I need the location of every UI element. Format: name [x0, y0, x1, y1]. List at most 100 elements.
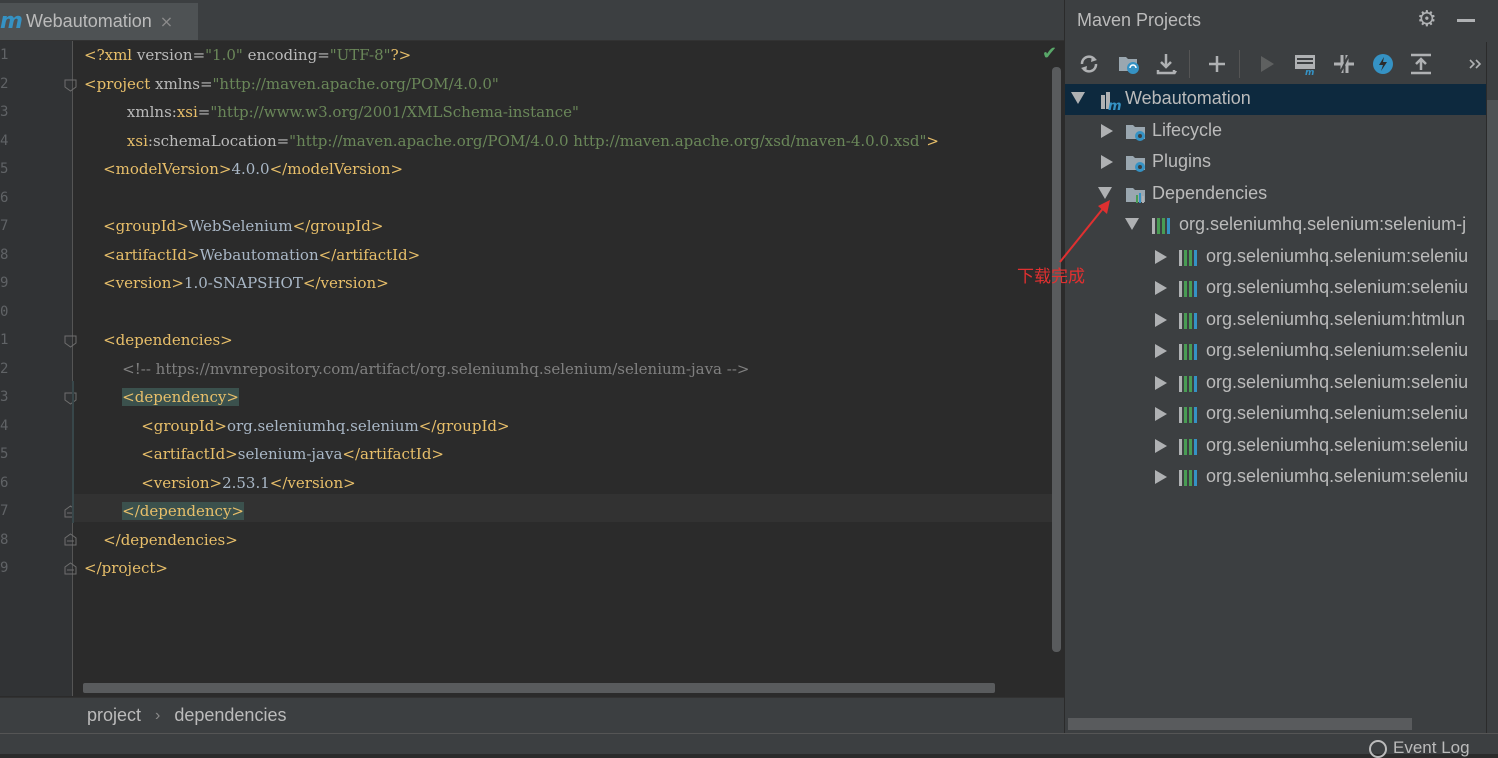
tab-label: Webautomation — [26, 11, 152, 31]
svg-text:m: m — [1108, 99, 1121, 111]
tree-item-dependency[interactable]: org.seleniumhq.selenium:selenium-j — [1065, 210, 1489, 241]
minimize-icon[interactable] — [1457, 19, 1475, 22]
run-icon[interactable] — [1253, 50, 1281, 78]
vertical-scrollbar[interactable] — [1052, 67, 1061, 652]
expand-arrow-icon[interactable] — [1155, 250, 1167, 264]
tree-item-dependency[interactable]: org.seleniumhq.selenium:seleniu — [1065, 399, 1489, 430]
expand-arrow-icon[interactable] — [1155, 470, 1167, 484]
gear-icon[interactable]: ⚙ — [1417, 7, 1437, 32]
expand-arrow-icon[interactable] — [1155, 313, 1167, 327]
expand-arrow-icon[interactable] — [1101, 155, 1113, 169]
refresh-icon[interactable] — [1075, 50, 1103, 78]
skip-tests-icon[interactable] — [1369, 50, 1397, 78]
line-number: 7 — [0, 503, 9, 519]
line-number: 8 — [0, 247, 9, 263]
code-line: </project> — [84, 559, 168, 577]
lifecycle-folder-icon — [1125, 121, 1147, 143]
expand-arrow-icon[interactable] — [1155, 344, 1167, 358]
maven-goal-icon[interactable]: m — [1291, 50, 1319, 78]
expand-arrow-icon[interactable] — [1071, 92, 1085, 104]
dependencies-folder-icon — [1125, 184, 1147, 206]
expand-arrow-icon[interactable] — [1155, 281, 1167, 295]
tree-vertical-scrollbar[interactable] — [1487, 100, 1498, 320]
code-editor[interactable]: 1 2 3 4 5 6 7 8 9 0 1 2 3 4 5 6 7 8 9 <?… — [0, 41, 1064, 696]
line-number: 5 — [0, 446, 9, 462]
generate-sources-icon[interactable] — [1115, 50, 1143, 78]
expand-arrow-icon[interactable] — [1155, 439, 1167, 453]
tree-item-dependency[interactable]: org.seleniumhq.selenium:seleniu — [1065, 368, 1489, 399]
annotation-arrow — [1059, 200, 1110, 263]
tree-item-dependency[interactable]: org.seleniumhq.selenium:seleniu — [1065, 431, 1489, 462]
line-number: 6 — [0, 475, 9, 491]
expand-arrow-icon[interactable] — [1155, 376, 1167, 390]
download-icon[interactable] — [1153, 50, 1181, 78]
code-line: <?xml version="1.0" encoding="UTF-8"?> — [84, 46, 412, 64]
tree-item-dependency[interactable]: org.seleniumhq.selenium:seleniu — [1065, 242, 1489, 273]
code-line: <groupId>WebSelenium</groupId> — [103, 217, 384, 235]
maven-project-icon: m — [1099, 89, 1122, 114]
fold-icon[interactable] — [64, 79, 77, 92]
line-number: 5 — [0, 161, 9, 177]
tree-item-lifecycle[interactable]: Lifecycle — [1065, 116, 1489, 147]
expand-arrow-icon[interactable] — [1125, 218, 1139, 230]
line-number: 0 — [0, 304, 9, 320]
maven-tree[interactable]: m Webautomation Lifecycle Plugins Depend… — [1065, 84, 1489, 714]
tree-item-dependencies[interactable]: Dependencies — [1065, 179, 1489, 210]
line-number: 7 — [0, 218, 9, 234]
library-icon — [1178, 467, 1200, 489]
close-icon[interactable]: × — [160, 12, 173, 31]
line-number: 2 — [0, 76, 9, 92]
event-log-button[interactable]: Event Log — [1369, 738, 1470, 758]
tree-label: Webautomation — [1125, 88, 1251, 108]
line-number: 3 — [0, 104, 9, 120]
tree-label: org.seleniumhq.selenium:seleniu — [1206, 340, 1469, 360]
line-number: 2 — [0, 361, 9, 377]
tree-item-dependency[interactable]: org.seleniumhq.selenium:seleniu — [1065, 462, 1489, 493]
tree-label: org.seleniumhq.selenium:seleniu — [1206, 246, 1469, 266]
fold-end-icon[interactable] — [64, 533, 77, 546]
collapse-all-icon[interactable] — [1407, 50, 1435, 78]
fold-icon[interactable] — [64, 392, 77, 405]
tab-webautomation[interactable]: m Webautomation × — [0, 3, 198, 40]
library-icon — [1151, 215, 1173, 237]
line-number: 9 — [0, 560, 9, 576]
horizontal-scrollbar[interactable] — [83, 683, 995, 693]
code-line: <modelVersion>4.0.0</modelVersion> — [103, 160, 404, 178]
maven-projects-panel: Maven Projects ⚙ m m Webautomation Lifec… — [1064, 0, 1498, 733]
toolbar-separator — [1189, 50, 1190, 78]
status-bar: Event Log — [0, 733, 1498, 758]
tree-label: org.seleniumhq.selenium:seleniu — [1206, 435, 1469, 455]
line-number: 9 — [0, 275, 9, 291]
expand-arrow-icon[interactable] — [1155, 407, 1167, 421]
tree-item-dependency[interactable]: org.seleniumhq.selenium:htmlun — [1065, 305, 1489, 336]
more-icon[interactable] — [1461, 50, 1489, 78]
code-line: xsi:schemaLocation="http://maven.apache.… — [126, 132, 939, 150]
tree-label: Dependencies — [1152, 183, 1268, 203]
fold-icon[interactable] — [64, 335, 77, 348]
expand-arrow-icon[interactable] — [1101, 124, 1113, 138]
line-number: 1 — [0, 47, 9, 63]
tree-item-plugins[interactable]: Plugins — [1065, 147, 1489, 178]
fold-end-icon[interactable] — [64, 562, 77, 575]
event-log-label: Event Log — [1393, 738, 1470, 757]
library-icon — [1178, 341, 1200, 363]
line-number: 4 — [0, 418, 9, 434]
tree-item-dependency[interactable]: org.seleniumhq.selenium:seleniu — [1065, 336, 1489, 367]
tree-item-dependency[interactable]: org.seleniumhq.selenium:seleniu — [1065, 273, 1489, 304]
code-content[interactable]: <?xml version="1.0" encoding="UTF-8"?> <… — [84, 41, 1052, 696]
breadcrumb-item-project[interactable]: project — [87, 705, 141, 726]
tree-horizontal-scrollbar[interactable] — [1068, 718, 1412, 730]
code-line: xmlns:xsi="http://www.w3.org/2001/XMLSch… — [126, 103, 579, 121]
breadcrumb-item-dependencies[interactable]: dependencies — [174, 705, 286, 726]
code-line: </dependency> — [122, 502, 244, 520]
library-icon — [1178, 278, 1200, 300]
code-line: <!-- https://mvnrepository.com/artifact/… — [122, 360, 750, 378]
line-number: 1 — [0, 332, 9, 348]
code-line: <dependency> — [122, 388, 239, 406]
tree-label: org.seleniumhq.selenium:seleniu — [1206, 372, 1469, 392]
code-line: <artifactId>selenium-java</artifactId> — [141, 445, 445, 463]
add-icon[interactable] — [1203, 50, 1231, 78]
tree-item-root[interactable]: m Webautomation — [1065, 84, 1489, 115]
toggle-offline-icon[interactable] — [1330, 50, 1358, 78]
library-icon — [1178, 373, 1200, 395]
